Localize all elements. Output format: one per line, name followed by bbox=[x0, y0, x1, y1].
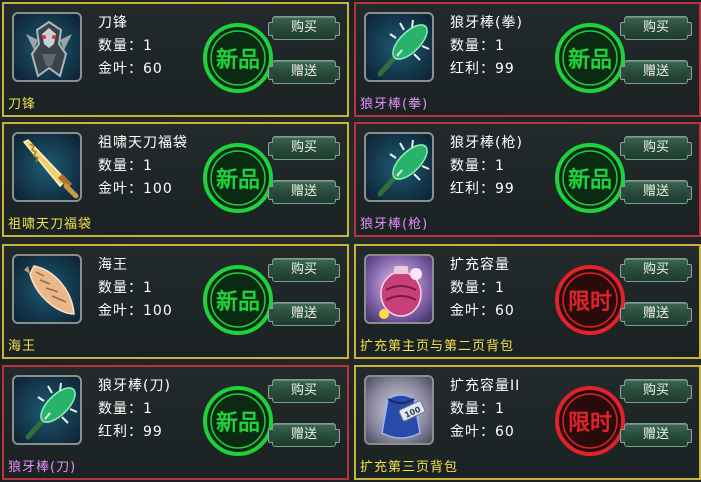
item-quantity: 数量：1 bbox=[98, 280, 153, 296]
gift-button[interactable]: 赠送 bbox=[268, 60, 340, 84]
item-info: 刀锋 数量：1 金叶：60 bbox=[98, 12, 163, 81]
buy-button[interactable]: 购买 bbox=[620, 258, 692, 282]
item-name: 狼牙棒(拳) bbox=[450, 15, 523, 31]
blue-pouch-icon[interactable]: 100 bbox=[364, 375, 434, 445]
spiked-club-icon[interactable] bbox=[364, 132, 434, 202]
new-badge-icon: 新品 bbox=[555, 143, 625, 213]
buy-button[interactable]: 购买 bbox=[620, 136, 692, 160]
item-price: 红利：99 bbox=[450, 61, 515, 77]
gift-button[interactable]: 赠送 bbox=[268, 302, 340, 326]
lantern-bag-icon[interactable] bbox=[364, 254, 434, 324]
shop-item-grid: 刀锋 数量：1 金叶：60 新品 购买 赠送 刀锋 狼牙棒(拳) 数量：1 红利… bbox=[0, 0, 701, 482]
gift-button[interactable]: 赠送 bbox=[620, 60, 692, 84]
gift-button[interactable]: 赠送 bbox=[620, 302, 692, 326]
badge-label: 新品 bbox=[568, 167, 612, 193]
item-name: 扩充容量 bbox=[450, 257, 510, 273]
shop-item-card: 扩充容量 数量：1 金叶：60 限时 购买 赠送 扩充第主页与第二页背包 bbox=[354, 244, 701, 359]
gift-button[interactable]: 赠送 bbox=[620, 180, 692, 204]
item-info: 狼牙棒(刀) 数量：1 红利：99 bbox=[98, 375, 171, 444]
buy-button[interactable]: 购买 bbox=[268, 16, 340, 40]
item-footer-label: 刀锋 bbox=[8, 97, 37, 112]
item-footer-label: 狼牙棒(枪) bbox=[360, 217, 429, 232]
armor-icon[interactable] bbox=[12, 12, 82, 82]
golden-sword-icon[interactable] bbox=[12, 132, 82, 202]
item-quantity: 数量：1 bbox=[450, 401, 505, 417]
item-quantity: 数量：1 bbox=[450, 158, 505, 174]
item-price: 金叶：60 bbox=[450, 303, 515, 319]
item-price: 金叶：60 bbox=[98, 61, 163, 77]
badge-label: 新品 bbox=[216, 47, 260, 73]
item-info: 扩充容量II 数量：1 金叶：60 bbox=[450, 375, 520, 444]
shop-item-card: 100 扩充容量II 数量：1 金叶：60 限时 购买 赠送 扩充第三页背包 bbox=[354, 365, 701, 480]
item-name: 狼牙棒(枪) bbox=[450, 135, 523, 151]
shop-item-card: 狼牙棒(枪) 数量：1 红利：99 新品 购买 赠送 狼牙棒(枪) bbox=[354, 122, 701, 237]
item-info: 祖啸天刀福袋 数量：1 金叶：100 bbox=[98, 132, 188, 201]
item-info: 狼牙棒(拳) 数量：1 红利：99 bbox=[450, 12, 523, 81]
shop-item-card: 狼牙棒(拳) 数量：1 红利：99 新品 购买 赠送 狼牙棒(拳) bbox=[354, 2, 701, 117]
gift-button[interactable]: 赠送 bbox=[268, 423, 340, 447]
limited-time-badge-icon: 限时 bbox=[555, 386, 625, 456]
item-quantity: 数量：1 bbox=[98, 401, 153, 417]
new-badge-icon: 新品 bbox=[203, 23, 273, 93]
shop-item-card: 刀锋 数量：1 金叶：60 新品 购买 赠送 刀锋 bbox=[2, 2, 349, 117]
shop-item-card: 海王 数量：1 金叶：100 新品 购买 赠送 海王 bbox=[2, 244, 349, 359]
badge-label: 限时 bbox=[568, 411, 612, 436]
item-quantity: 数量：1 bbox=[98, 158, 153, 174]
item-info: 狼牙棒(枪) 数量：1 红利：99 bbox=[450, 132, 523, 201]
badge-label: 新品 bbox=[568, 47, 612, 73]
item-quantity: 数量：1 bbox=[98, 38, 153, 54]
item-footer-label: 扩充第主页与第二页背包 bbox=[360, 339, 515, 354]
item-price: 红利：99 bbox=[450, 181, 515, 197]
item-name: 狼牙棒(刀) bbox=[98, 378, 171, 394]
buy-button[interactable]: 购买 bbox=[620, 16, 692, 40]
spiked-club-icon[interactable] bbox=[12, 375, 82, 445]
buy-button[interactable]: 购买 bbox=[620, 379, 692, 403]
item-name: 刀锋 bbox=[98, 15, 128, 31]
spiked-club-icon[interactable] bbox=[364, 12, 434, 82]
new-badge-icon: 新品 bbox=[203, 143, 273, 213]
limited-time-badge-icon: 限时 bbox=[555, 265, 625, 335]
item-footer-label: 祖啸天刀福袋 bbox=[8, 217, 93, 232]
item-price: 金叶：100 bbox=[98, 303, 173, 319]
badge-label: 新品 bbox=[216, 410, 260, 436]
item-footer-label: 狼牙棒(刀) bbox=[8, 460, 77, 475]
item-footer-label: 狼牙棒(拳) bbox=[360, 97, 429, 112]
new-badge-icon: 新品 bbox=[555, 23, 625, 93]
buy-button[interactable]: 购买 bbox=[268, 258, 340, 282]
item-info: 扩充容量 数量：1 金叶：60 bbox=[450, 254, 515, 323]
item-quantity: 数量：1 bbox=[450, 280, 505, 296]
new-badge-icon: 新品 bbox=[203, 265, 273, 335]
conch-shell-icon[interactable] bbox=[12, 254, 82, 324]
item-name: 海王 bbox=[98, 257, 128, 273]
item-info: 海王 数量：1 金叶：100 bbox=[98, 254, 173, 323]
item-footer-label: 扩充第三页背包 bbox=[360, 460, 459, 475]
shop-item-card: 狼牙棒(刀) 数量：1 红利：99 新品 购买 赠送 狼牙棒(刀) bbox=[2, 365, 349, 480]
badge-label: 新品 bbox=[216, 289, 260, 315]
gift-button[interactable]: 赠送 bbox=[620, 423, 692, 447]
buy-button[interactable]: 购买 bbox=[268, 136, 340, 160]
gift-button[interactable]: 赠送 bbox=[268, 180, 340, 204]
item-quantity: 数量：1 bbox=[450, 38, 505, 54]
item-price: 红利：99 bbox=[98, 424, 163, 440]
item-name: 扩充容量II bbox=[450, 378, 521, 394]
item-price: 金叶：100 bbox=[98, 181, 173, 197]
badge-label: 新品 bbox=[216, 167, 260, 193]
shop-item-card: 祖啸天刀福袋 数量：1 金叶：100 新品 购买 赠送 祖啸天刀福袋 bbox=[2, 122, 349, 237]
item-price: 金叶：60 bbox=[450, 424, 515, 440]
item-name: 祖啸天刀福袋 bbox=[98, 135, 188, 151]
badge-label: 限时 bbox=[568, 290, 612, 315]
new-badge-icon: 新品 bbox=[203, 386, 273, 456]
item-footer-label: 海王 bbox=[8, 339, 37, 354]
buy-button[interactable]: 购买 bbox=[268, 379, 340, 403]
